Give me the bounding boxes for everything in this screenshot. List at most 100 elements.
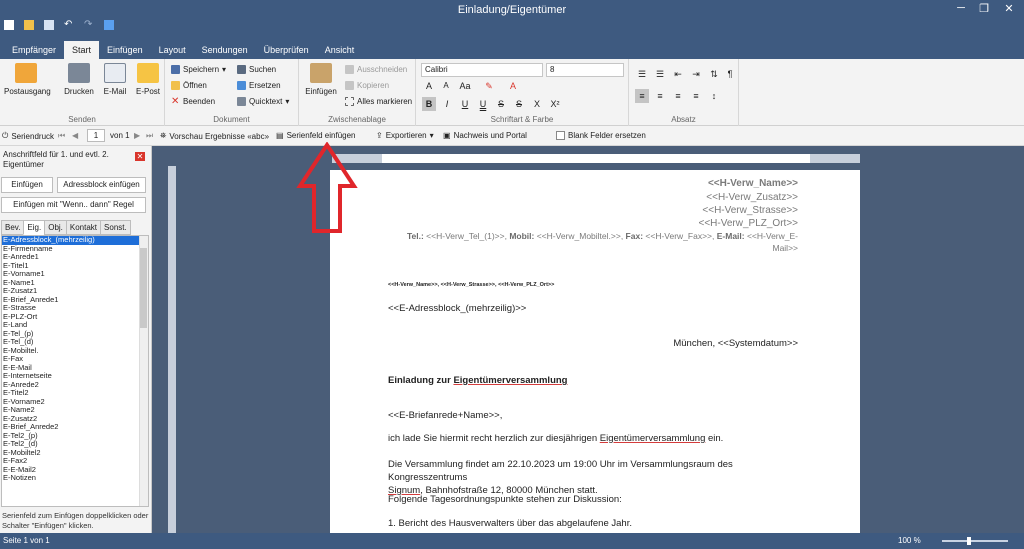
field-panel: Anschriftfeld für 1. und evtl. 2. Eigent… xyxy=(0,146,152,533)
save-icon[interactable] xyxy=(44,20,54,30)
horizontal-ruler[interactable] xyxy=(332,154,860,163)
printer-icon xyxy=(68,63,90,83)
field-list-scrollbar[interactable] xyxy=(139,236,148,506)
panel-tab-kontakt[interactable]: Kontakt xyxy=(65,220,102,235)
panel-tab-sonst[interactable]: Sonst. xyxy=(100,220,131,235)
redo-icon[interactable]: ↷ xyxy=(84,20,94,30)
scrollbar-thumb[interactable] xyxy=(140,248,147,328)
tab-start[interactable]: Start xyxy=(64,41,100,59)
binoculars-icon xyxy=(237,65,246,74)
field-list-item[interactable]: E-Notizen xyxy=(2,473,148,483)
underline-button[interactable]: U xyxy=(458,97,472,111)
first-record-button[interactable]: ⏮ xyxy=(58,131,65,141)
panel-tab-bev[interactable]: Bev. xyxy=(1,220,25,235)
double-strike-button[interactable]: S xyxy=(512,97,526,111)
outdent-icon[interactable]: ⇤ xyxy=(671,67,685,81)
bullets-icon[interactable]: ☰ xyxy=(635,67,649,81)
ruler-text-area xyxy=(382,154,810,163)
field-list-item[interactable]: E-Mobiltel. xyxy=(2,346,148,356)
next-record-button[interactable]: ▶ xyxy=(134,131,140,140)
serienfeld-einfuegen-button[interactable]: ▤ Serienfeld einfügen xyxy=(276,131,356,140)
font-size-select[interactable]: 8 xyxy=(546,63,624,77)
tab-empfaenger[interactable]: Empfänger xyxy=(4,41,64,59)
vorschau-button[interactable]: ⛯ Vorschau Ergebnisse «abc» xyxy=(160,131,269,141)
zoom-slider[interactable] xyxy=(942,540,1008,542)
justify-button[interactable]: ≡ xyxy=(689,89,703,103)
panel-close-icon[interactable]: ✕ xyxy=(135,152,145,161)
shrink-font-icon[interactable]: A xyxy=(439,79,453,93)
alles-markieren-button[interactable]: Alles markieren xyxy=(345,97,412,106)
tab-ansicht[interactable]: Ansicht xyxy=(317,41,363,59)
open-folder-icon[interactable] xyxy=(24,20,34,30)
sort-icon[interactable]: ⇅ xyxy=(707,67,721,81)
exportieren-button[interactable]: ⇪ Exportieren ▾ xyxy=(376,131,434,140)
font-color-icon[interactable]: A xyxy=(506,79,520,93)
blank-felder-checkbox[interactable]: Blank Felder ersetzen xyxy=(556,131,646,140)
document-page[interactable]: <<H-Verw_Name>> <<H-Verw_Zusatz>> <<H-Ve… xyxy=(330,170,860,533)
panel-tab-eig[interactable]: Eig. xyxy=(23,220,46,235)
email-button[interactable]: E-Mail xyxy=(101,63,129,96)
highlight-icon[interactable]: ✎ xyxy=(482,79,496,93)
seriendruck-label: ⏻ Seriendruck xyxy=(2,131,55,141)
ersetzen-button[interactable]: Ersetzen xyxy=(237,81,281,90)
new-doc-icon[interactable] xyxy=(4,20,14,30)
group-absatz: ☰ ☰ ⇤ ⇥ ⇅ ¶ ≡ ≡ ≡ ≡ ↕ Absatz xyxy=(629,59,739,126)
panel-tabs: Bev. Eig. Obj. Kontakt Sonst. xyxy=(1,220,131,235)
field-list[interactable]: E-Adressblock_(mehrzeilig) E-Firmenname E-… xyxy=(1,235,149,507)
numbering-icon[interactable]: ☰ xyxy=(653,67,667,81)
quicktext-button[interactable]: Quicktext ▾ xyxy=(237,97,289,106)
place-date: München, <<Systemdatum>> xyxy=(673,338,798,349)
change-case-icon[interactable]: Aa xyxy=(458,79,472,93)
zoom-slider-knob[interactable] xyxy=(967,537,971,545)
line-spacing-icon[interactable]: ↕ xyxy=(707,89,721,103)
tab-einfuegen[interactable]: Einfügen xyxy=(99,41,151,59)
italic-button[interactable]: I xyxy=(440,97,454,111)
ausschneiden-button[interactable]: Ausschneiden xyxy=(345,65,407,74)
grow-font-icon[interactable]: A xyxy=(422,79,436,93)
tab-ueberpruefen[interactable]: Überprüfen xyxy=(256,41,317,59)
panel-tab-obj[interactable]: Obj. xyxy=(44,220,67,235)
nachweis-button[interactable]: ▣ Nachweis und Portal xyxy=(443,131,527,140)
tab-layout[interactable]: Layout xyxy=(151,41,194,59)
last-record-button[interactable]: ⏭ xyxy=(146,131,153,141)
speichern-button[interactable]: Speichern ▾ xyxy=(171,65,226,74)
postausgang-button[interactable]: Postausgang xyxy=(4,63,51,96)
align-right-button[interactable]: ≡ xyxy=(671,89,685,103)
tab-sendungen[interactable]: Sendungen xyxy=(194,41,256,59)
subscript-button[interactable]: X xyxy=(530,97,544,111)
maximize-button[interactable]: ❐ xyxy=(975,2,993,15)
checkbox-box[interactable] xyxy=(556,131,565,140)
drucken-button[interactable]: Drucken xyxy=(62,63,96,96)
double-underline-button[interactable]: U xyxy=(476,97,490,111)
header-email-cont: Mail>> xyxy=(772,243,798,253)
preview-icon: ⛯ xyxy=(160,131,167,140)
align-left-button[interactable]: ≡ xyxy=(635,89,649,103)
align-center-button[interactable]: ≡ xyxy=(653,89,667,103)
indent-icon[interactable]: ⇥ xyxy=(689,67,703,81)
font-family-select[interactable]: Calibri xyxy=(421,63,543,77)
adressblock-einfuegen-button[interactable]: Adressblock einfügen xyxy=(57,177,146,193)
close-button[interactable]: ✕ xyxy=(1000,2,1018,15)
panel-einfuegen-button[interactable]: Einfügen xyxy=(1,177,53,193)
vertical-ruler[interactable] xyxy=(168,166,176,533)
wenn-dann-button[interactable]: Einfügen mit "Wenn.. dann" Regel xyxy=(1,197,146,213)
bold-button[interactable]: B xyxy=(422,97,436,111)
app-icon[interactable] xyxy=(104,20,114,30)
panel-hint: Serienfeld zum Einfügen doppelklicken od… xyxy=(2,511,149,530)
undo-icon[interactable]: ↶ xyxy=(64,20,74,30)
paragraph-4: 1. Bericht des Hausverwalters über das a… xyxy=(388,518,632,529)
strikethrough-button[interactable]: S xyxy=(494,97,508,111)
export-icon: ⇪ xyxy=(376,131,383,140)
oeffnen-button[interactable]: Öffnen xyxy=(171,81,207,90)
paste-button[interactable]: Einfügen xyxy=(303,63,339,96)
record-input[interactable]: 1 xyxy=(87,129,105,142)
superscript-button[interactable]: X² xyxy=(548,97,562,111)
epost-button[interactable]: E-Post xyxy=(134,63,162,96)
suchen-button[interactable]: Suchen xyxy=(237,65,276,74)
pilcrow-icon[interactable]: ¶ xyxy=(723,67,737,81)
beenden-button[interactable]: ✕ Beenden xyxy=(171,97,215,107)
prev-record-button[interactable]: ◀ xyxy=(72,131,78,140)
kopieren-button[interactable]: Kopieren xyxy=(345,81,389,90)
folder-icon xyxy=(171,81,180,90)
minimize-button[interactable]: ─ xyxy=(952,2,970,14)
